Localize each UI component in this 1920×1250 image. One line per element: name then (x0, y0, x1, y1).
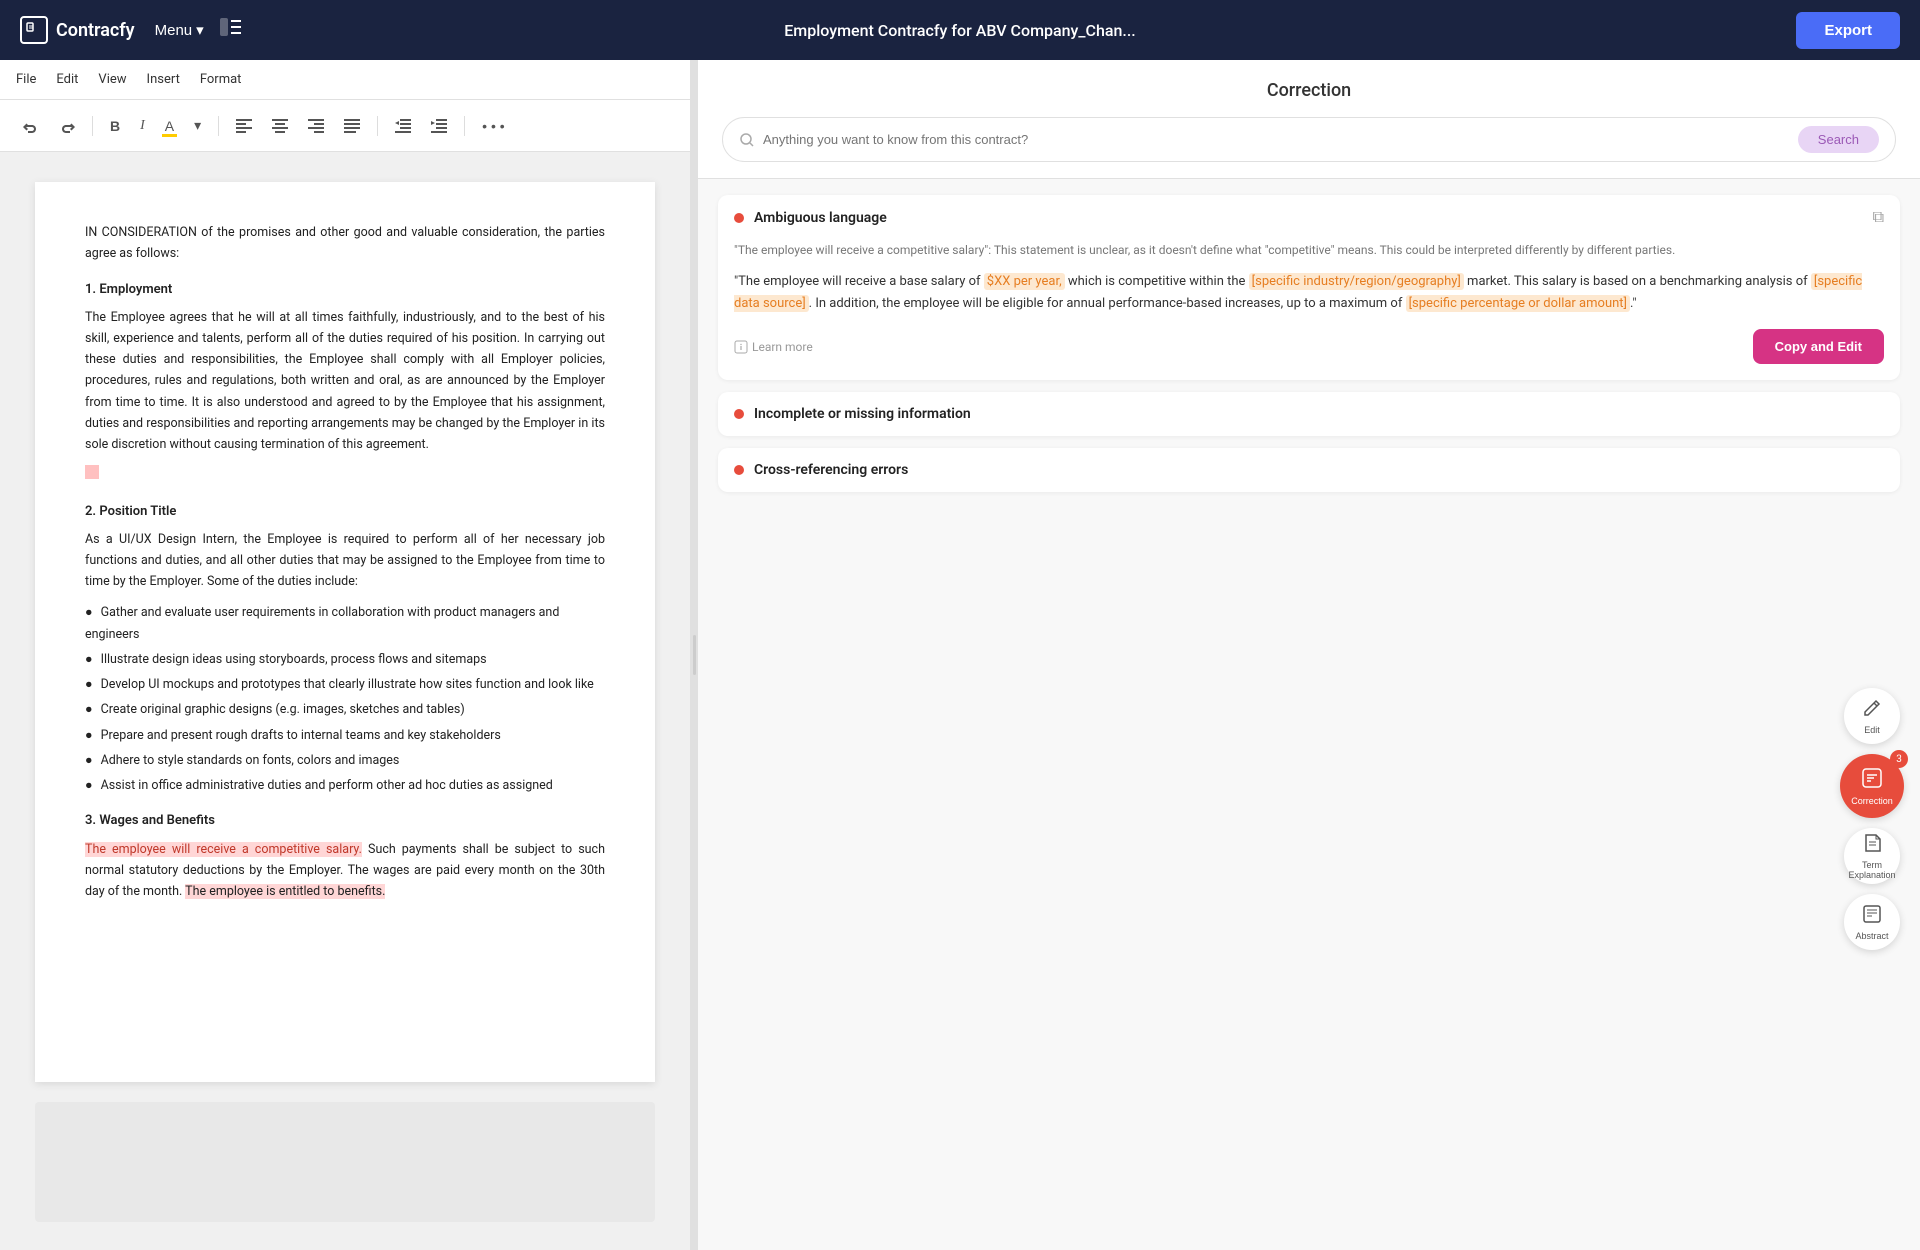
duties-list: Gather and evaluate user requirements in… (85, 602, 605, 796)
separator-3 (377, 116, 378, 136)
formatting-toolbar: B I A ▾ (0, 100, 690, 152)
menu-format[interactable]: Format (200, 72, 242, 87)
menu-toolbar: File Edit View Insert Format (0, 60, 690, 100)
brand-icon (20, 16, 48, 44)
search-icon (739, 132, 755, 148)
correction-panel-title: Correction (722, 80, 1896, 101)
redo-button[interactable] (52, 113, 82, 139)
card-title-ambiguous: Ambiguous language (754, 210, 887, 226)
list-item: Assist in office administrative duties a… (85, 775, 605, 796)
edit-fab-icon (1862, 698, 1882, 723)
abstract-fab-icon (1862, 904, 1882, 929)
list-item: Gather and evaluate user requirements in… (85, 602, 605, 645)
highlighted-benefits-text: The employee is entitled to benefits. (185, 884, 385, 899)
card-title-crossref: Cross-referencing errors (754, 462, 908, 478)
fab-correction-wrap: Correction 3 (1840, 754, 1904, 818)
list-item: Create original graphic designs (e.g. im… (85, 699, 605, 720)
menu-view[interactable]: View (98, 72, 126, 87)
fab-edit-label: Edit (1864, 725, 1880, 735)
fab-term-label: Term Explanation (1844, 860, 1900, 880)
fab-term-button[interactable]: Term Explanation (1844, 828, 1900, 884)
card-header-ambiguous[interactable]: Ambiguous language ⧉ (718, 195, 1900, 241)
bold-button[interactable]: B (103, 113, 127, 139)
panel-divider[interactable] (690, 60, 698, 1250)
outdent-button[interactable] (388, 114, 418, 138)
align-center-button[interactable] (265, 114, 295, 138)
section2-title: 2. Position Title (85, 501, 605, 523)
section1-body: The Employee agrees that he will at all … (85, 307, 605, 456)
dollar-highlight: $XX per year, (984, 273, 1065, 290)
document-panel: File Edit View Insert Format B I A ▾ (0, 60, 690, 1250)
red-dot-ambiguous (734, 213, 744, 223)
correction-card-crossref: Cross-referencing errors (718, 448, 1900, 492)
card-copy-icon-ambiguous[interactable]: ⧉ (1873, 209, 1884, 227)
correction-header: Correction Search (698, 60, 1920, 179)
correction-fab-icon (1861, 767, 1883, 794)
card-header-incomplete[interactable]: Incomplete or missing information (718, 392, 1900, 436)
bracket-highlight-1: [specific industry/region/geography] (1249, 273, 1464, 290)
separator-4 (464, 116, 465, 136)
list-item: Prepare and present rough drafts to inte… (85, 725, 605, 746)
card-body-ambiguous: "The employee will receive a competitive… (718, 241, 1900, 380)
corrections-list: Ambiguous language ⧉ "The employee will … (698, 179, 1920, 1250)
list-item: Adhere to style standards on fonts, colo… (85, 750, 605, 771)
section3-body: The employee will receive a competitive … (85, 839, 605, 903)
brand-logo[interactable]: Contracfy (20, 16, 135, 44)
fab-correction-label: Correction (1851, 796, 1893, 806)
section1-title: 1. Employment (85, 279, 605, 301)
doc-page-2-placeholder (35, 1102, 655, 1222)
highlight-dropdown[interactable]: ▾ (187, 112, 208, 139)
fab-edit-button[interactable]: Edit (1844, 688, 1900, 744)
menu-edit[interactable]: Edit (56, 72, 78, 87)
justify-button[interactable] (337, 114, 367, 138)
main-layout: File Edit View Insert Format B I A ▾ (0, 60, 1920, 1250)
card-footer-ambiguous: Learn more Copy and Edit (734, 329, 1884, 364)
indent-button[interactable] (424, 114, 454, 138)
sidebar-toggle-button[interactable] (220, 18, 242, 42)
search-input[interactable] (763, 132, 1790, 147)
doc-intro: IN CONSIDERATION of the promises and oth… (85, 222, 605, 265)
document-title: Employment Contracfy for ABV Company_Cha… (784, 21, 1136, 40)
copy-edit-button[interactable]: Copy and Edit (1753, 329, 1884, 364)
italic-button[interactable]: I (133, 113, 152, 139)
info-icon (734, 340, 748, 354)
align-left-button[interactable] (229, 114, 259, 138)
search-container: Search (722, 117, 1896, 162)
list-item: Illustrate design ideas using storyboard… (85, 649, 605, 670)
menu-file[interactable]: File (16, 72, 36, 87)
fab-abstract-label: Abstract (1855, 931, 1888, 941)
correction-badge: 3 (1890, 750, 1908, 768)
correction-card-ambiguous: Ambiguous language ⧉ "The employee will … (718, 195, 1900, 380)
separator-1 (92, 116, 93, 136)
bracket-highlight-3: [specific percentage or dollar amount] (1406, 295, 1630, 312)
section2-body: As a UI/UX Design Intern, the Employee i… (85, 529, 605, 593)
list-item: Develop UI mockups and prototypes that c… (85, 674, 605, 695)
highlight-button[interactable]: A (158, 113, 181, 139)
align-right-button[interactable] (301, 114, 331, 138)
card-description-ambiguous: "The employee will receive a competitive… (734, 241, 1884, 259)
more-options-button[interactable]: • • • (475, 113, 511, 139)
card-quote-ambiguous: "The employee will receive a base salary… (734, 271, 1884, 315)
export-button[interactable]: Export (1796, 12, 1900, 49)
separator-2 (218, 116, 219, 136)
section3-title: 3. Wages and Benefits (85, 810, 605, 832)
menu-insert[interactable]: Insert (147, 72, 180, 87)
undo-button[interactable] (16, 113, 46, 139)
menu-button[interactable]: Menu ▾ (155, 21, 204, 39)
term-fab-icon (1862, 833, 1882, 858)
red-dot-crossref (734, 465, 744, 475)
document-page: IN CONSIDERATION of the promises and oth… (35, 182, 655, 1082)
correction-panel: Correction Search Ambiguous language ⧉ (698, 60, 1920, 1250)
search-button[interactable]: Search (1798, 126, 1879, 153)
fab-abstract-button[interactable]: Abstract (1844, 894, 1900, 950)
card-header-crossref[interactable]: Cross-referencing errors (718, 448, 1900, 492)
floating-actions: Edit Correction 3 Term Exp (1840, 688, 1904, 950)
highlighted-salary-text: The employee will receive a competitive … (85, 842, 362, 857)
correction-card-incomplete: Incomplete or missing information (718, 392, 1900, 436)
red-dot-incomplete (734, 409, 744, 419)
top-navigation: Contracfy Menu ▾ Employment Contracfy fo… (0, 0, 1920, 60)
pink-marker (85, 465, 99, 479)
card-title-incomplete: Incomplete or missing information (754, 406, 971, 422)
learn-more-link[interactable]: Learn more (734, 340, 813, 354)
